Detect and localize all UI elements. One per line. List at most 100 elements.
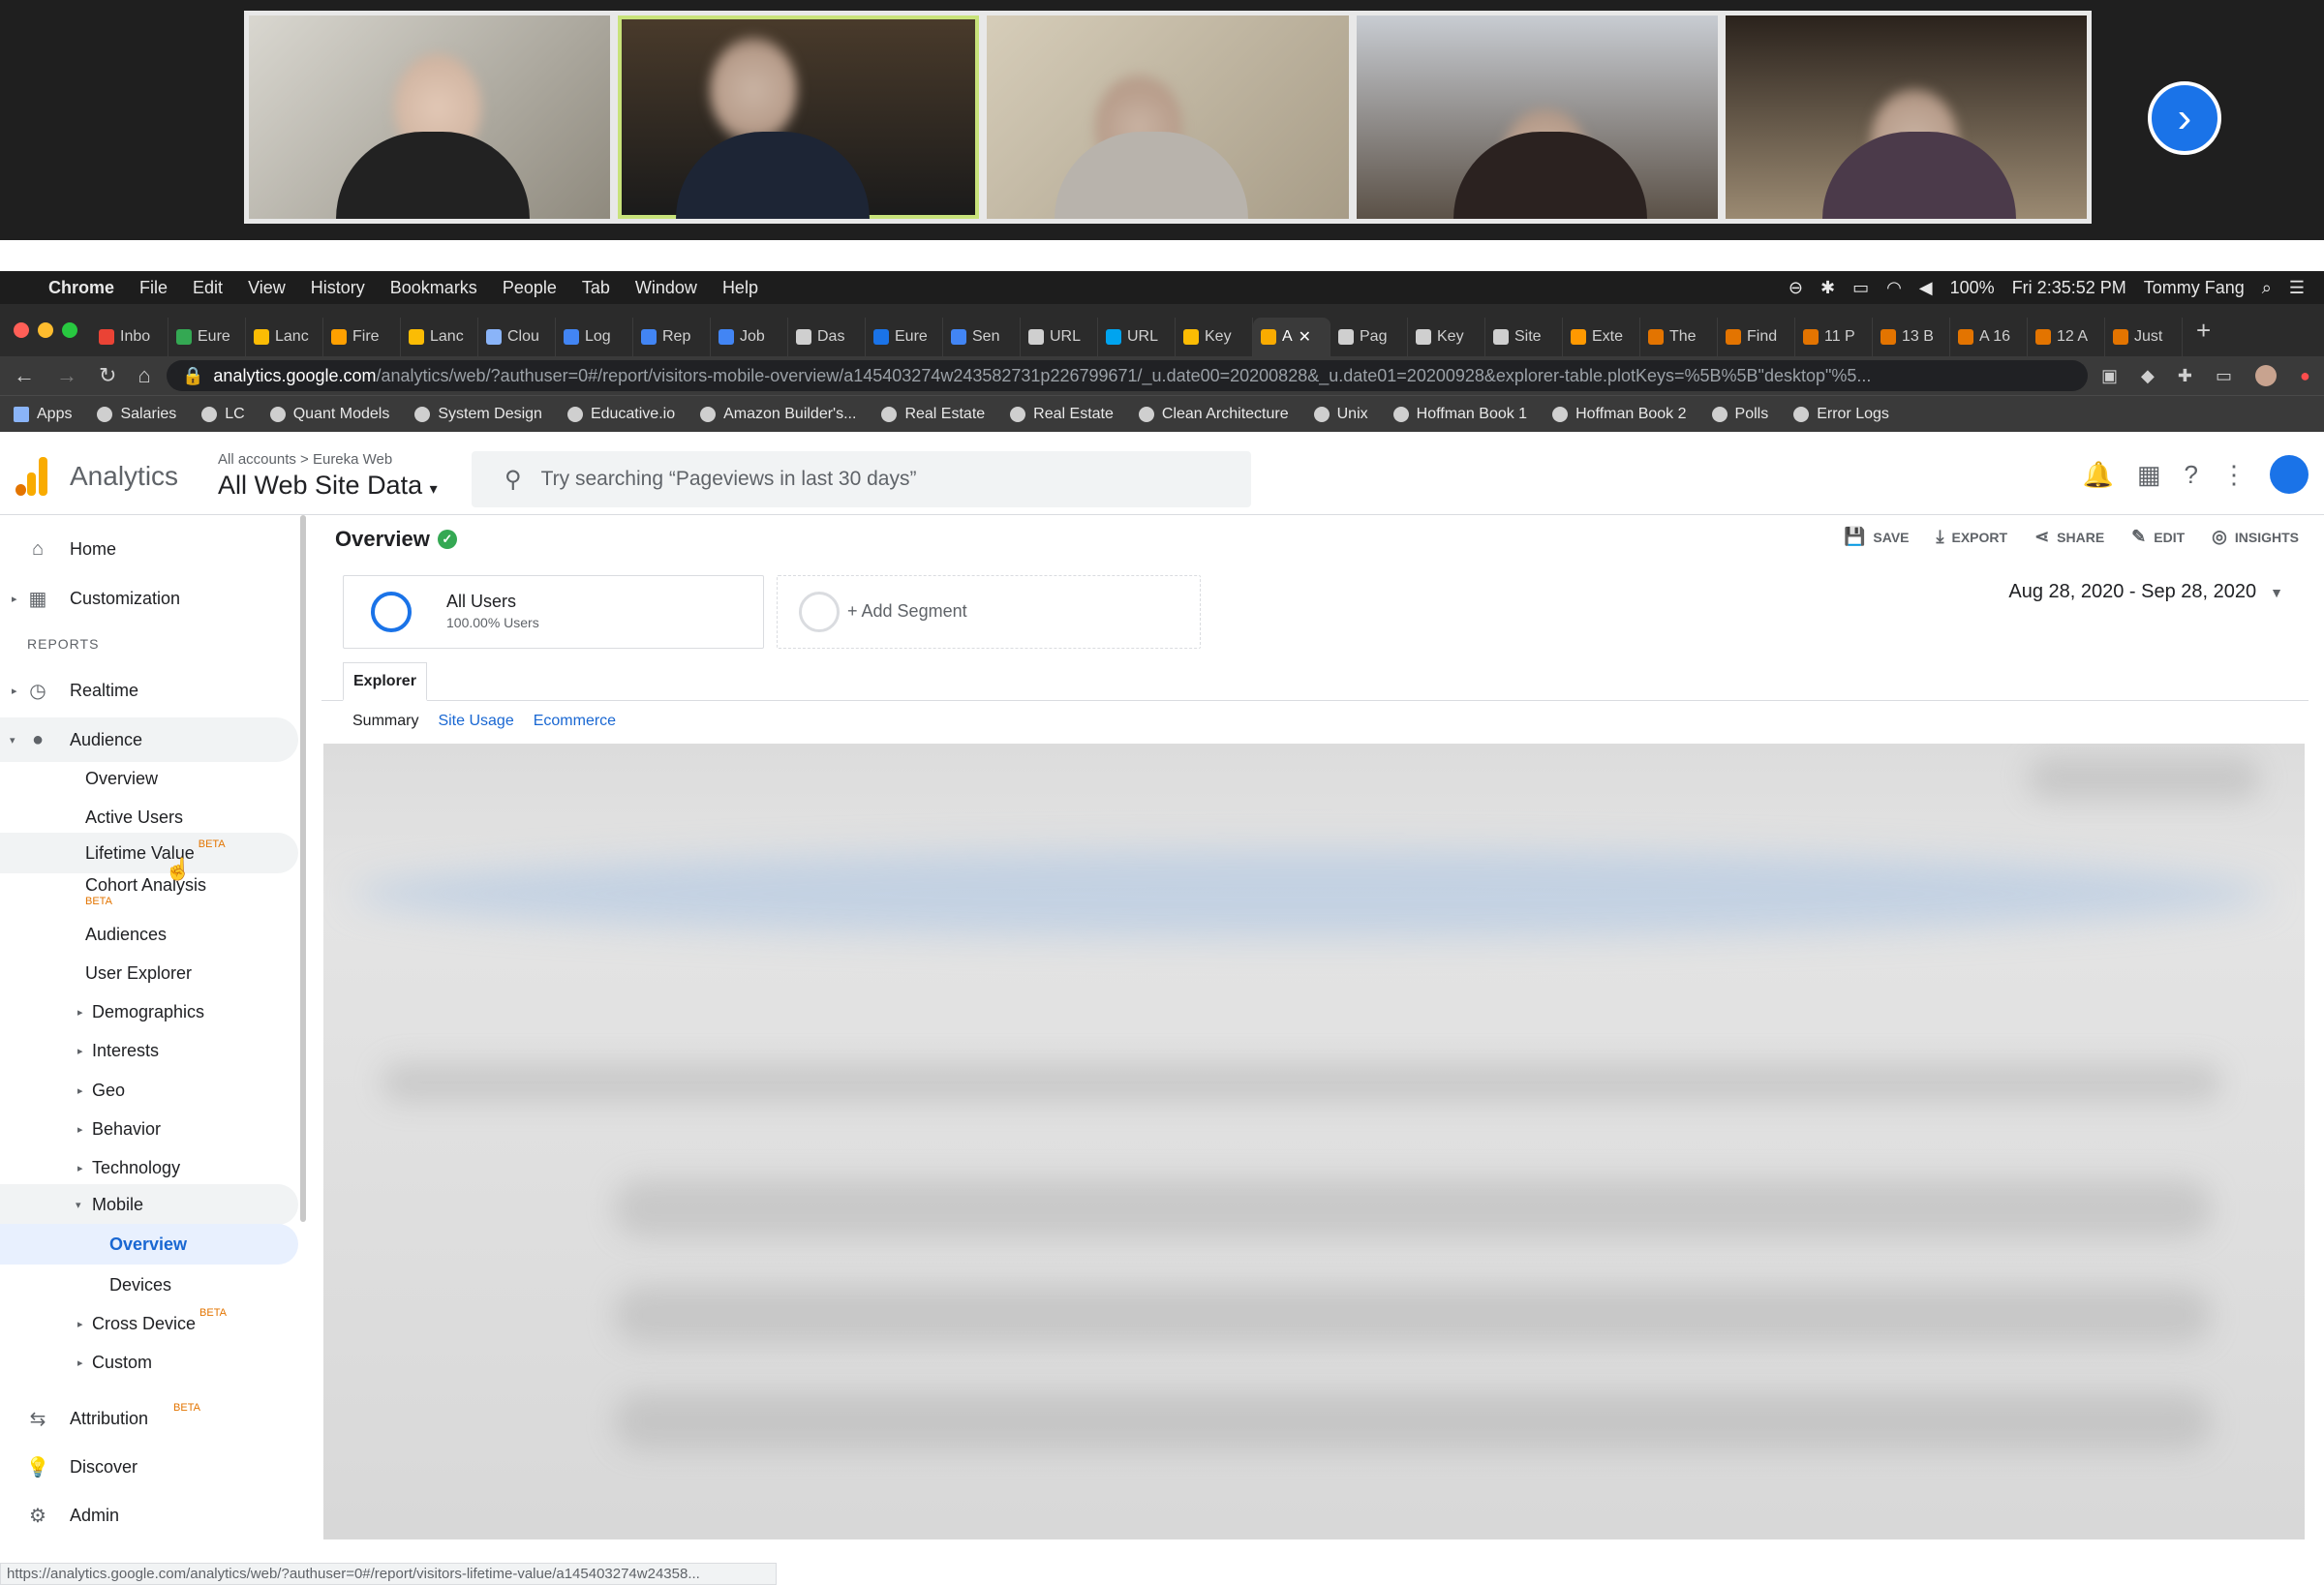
browser-tab[interactable]: Lanc xyxy=(246,318,323,356)
reload-icon[interactable]: ↻ xyxy=(99,363,116,388)
tab-explorer[interactable]: Explorer xyxy=(343,662,427,701)
browser-tab[interactable]: Clou xyxy=(478,318,556,356)
share-button[interactable]: ⋖ SHARE xyxy=(2034,527,2104,547)
subtab-site-usage[interactable]: Site Usage xyxy=(438,713,513,730)
menu-chrome[interactable]: Chrome xyxy=(48,278,114,298)
subtab-summary[interactable]: Summary xyxy=(352,713,418,730)
clock[interactable]: Fri 2:35:52 PM xyxy=(2012,278,2126,298)
sidebar-item-home[interactable]: ⌂ Home xyxy=(0,527,298,571)
bookmark-item[interactable]: Clean Architecture xyxy=(1138,406,1289,423)
apps-grid-icon[interactable]: ▦ xyxy=(2137,460,2161,490)
bookmark-item[interactable]: Error Logs xyxy=(1793,406,1889,423)
puzzle-icon[interactable]: ✚ xyxy=(2178,366,2192,386)
wifi-icon[interactable]: ◠ xyxy=(1886,278,1902,298)
bookmark-item[interactable]: Real Estate xyxy=(881,406,985,423)
sidebar-item-attribution[interactable]: ⇆ Attribution BETA xyxy=(0,1396,298,1441)
user-name[interactable]: Tommy Fang xyxy=(2144,278,2245,298)
browser-tab[interactable]: Log xyxy=(556,318,633,356)
bookmark-apps[interactable]: Apps xyxy=(14,406,72,423)
sidebar-scrollbar[interactable] xyxy=(300,515,306,1222)
menu-view[interactable]: View xyxy=(248,278,286,298)
browser-tab[interactable]: 11 P xyxy=(1795,318,1873,356)
cast-icon[interactable]: ▭ xyxy=(2216,366,2232,386)
date-range-picker[interactable]: Aug 28, 2020 - Sep 28, 2020 ▼ xyxy=(2008,581,2283,603)
browser-tab[interactable]: Inbo xyxy=(91,318,168,356)
back-icon[interactable]: ← xyxy=(14,363,35,388)
browser-tab[interactable]: Just xyxy=(2105,318,2183,356)
browser-tab[interactable]: 13 B xyxy=(1873,318,1950,356)
browser-tab[interactable]: Eure xyxy=(168,318,246,356)
bookmark-item[interactable]: LC xyxy=(201,406,245,423)
bluetooth-icon[interactable]: ✱ xyxy=(1820,278,1835,298)
browser-tab[interactable]: Job xyxy=(711,318,788,356)
extension-icon[interactable]: ▣ xyxy=(2101,366,2118,386)
airplay-icon[interactable]: ▭ xyxy=(1852,278,1869,298)
segment-all-users[interactable]: All Users 100.00% Users xyxy=(343,575,764,649)
sidebar-item-mobile[interactable]: ▾ Mobile xyxy=(0,1184,298,1225)
export-button[interactable]: ⤓ EXPORT xyxy=(1937,527,2008,547)
close-window-button[interactable] xyxy=(14,322,29,338)
participant-tile[interactable] xyxy=(1356,15,1718,219)
home-icon[interactable]: ⌂ xyxy=(138,363,150,388)
bookmark-item[interactable]: Polls xyxy=(1711,406,1768,423)
more-vert-icon[interactable]: ⋮ xyxy=(2221,460,2247,490)
zoom-window-button[interactable] xyxy=(62,322,77,338)
browser-tab[interactable]: Exte xyxy=(1563,318,1640,356)
analytics-logo-icon[interactable] xyxy=(15,457,48,496)
bookmark-item[interactable]: Amazon Builder's... xyxy=(700,406,856,423)
browser-tab[interactable]: Das xyxy=(788,318,866,356)
browser-tab[interactable]: Site xyxy=(1485,318,1563,356)
bookmark-item[interactable]: Real Estate xyxy=(1010,406,1114,423)
add-segment-button[interactable]: + Add Segment xyxy=(777,575,1201,649)
participant-tile[interactable] xyxy=(987,15,1349,219)
forward-icon[interactable]: → xyxy=(56,363,77,388)
extension-icon[interactable]: ◆ xyxy=(2141,366,2155,386)
bookmark-item[interactable]: Hoffman Book 1 xyxy=(1392,406,1527,423)
save-button[interactable]: 💾 SAVE xyxy=(1844,527,1910,547)
bookmark-item[interactable]: Quant Models xyxy=(269,406,389,423)
browser-tab[interactable]: 12 A xyxy=(2028,318,2105,356)
close-tab-icon[interactable]: ✕ xyxy=(1299,327,1311,347)
view-selector[interactable]: All Web Site Data ▾ xyxy=(218,471,438,501)
account-breadcrumb[interactable]: All accounts > Eureka Web xyxy=(218,451,392,468)
help-icon[interactable]: ? xyxy=(2185,460,2198,490)
sidebar-item-cohort-analysis[interactable]: Cohort Analysis xyxy=(0,866,298,904)
browser-tab[interactable]: Sen xyxy=(943,318,1021,356)
browser-tab[interactable]: Lanc xyxy=(401,318,478,356)
bookmark-item[interactable]: Salaries xyxy=(97,406,176,423)
next-page-arrow-icon[interactable]: › xyxy=(2148,81,2221,155)
insights-button[interactable]: ◎ INSIGHTS xyxy=(2212,527,2299,547)
browser-tab[interactable]: Fire xyxy=(323,318,401,356)
search-box[interactable]: ⚲ Try searching “Pageviews in last 30 da… xyxy=(472,451,1251,507)
browser-tab[interactable]: The xyxy=(1640,318,1718,356)
edit-button[interactable]: ✎ EDIT xyxy=(2131,527,2185,547)
browser-tab[interactable]: A 16 xyxy=(1950,318,2028,356)
browser-tab[interactable]: Key xyxy=(1408,318,1485,356)
menu-help[interactable]: Help xyxy=(722,278,758,298)
participant-tile[interactable] xyxy=(1725,15,2088,219)
subtab-ecommerce[interactable]: Ecommerce xyxy=(534,713,616,730)
volume-icon[interactable]: ◀ xyxy=(1919,278,1933,298)
sidebar-item-custom[interactable]: ▸ Custom xyxy=(0,1340,298,1385)
menu-people[interactable]: People xyxy=(503,278,557,298)
menu-history[interactable]: History xyxy=(311,278,365,298)
account-avatar[interactable] xyxy=(2270,455,2309,494)
address-bar[interactable]: 🔒 analytics.google.com/analytics/web/?au… xyxy=(167,360,2088,391)
participant-tile-speaking[interactable] xyxy=(618,15,980,219)
browser-tab[interactable]: Pag xyxy=(1330,318,1408,356)
browser-tab[interactable]: Rep xyxy=(633,318,711,356)
browser-tab-active[interactable]: A ✕ xyxy=(1253,318,1330,356)
bookmark-item[interactable]: Unix xyxy=(1313,406,1368,423)
participant-tile[interactable] xyxy=(249,15,611,219)
menu-file[interactable]: File xyxy=(139,278,168,298)
browser-tab[interactable]: URL xyxy=(1098,318,1176,356)
do-not-disturb-icon[interactable]: ⊖ xyxy=(1789,278,1803,298)
minimize-window-button[interactable] xyxy=(38,322,53,338)
bookmark-item[interactable]: Hoffman Book 2 xyxy=(1552,406,1687,423)
new-tab-button[interactable]: + xyxy=(2196,316,2211,346)
browser-tab[interactable]: URL xyxy=(1021,318,1098,356)
menu-window[interactable]: Window xyxy=(635,278,697,298)
sidebar-item-realtime[interactable]: ▸ ◷ Realtime xyxy=(0,668,298,713)
menu-edit[interactable]: Edit xyxy=(193,278,223,298)
bookmark-item[interactable]: Educative.io xyxy=(566,406,675,423)
